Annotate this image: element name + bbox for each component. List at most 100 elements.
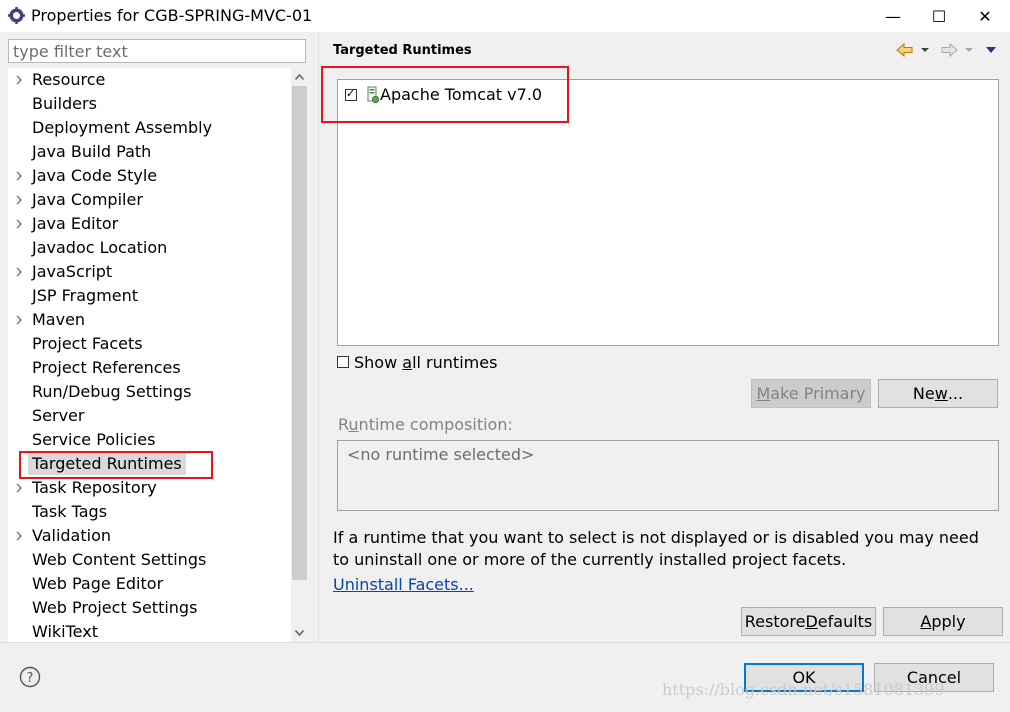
uninstall-facets-link[interactable]: Uninstall Facets... — [333, 575, 474, 594]
tree-item[interactable]: Validation — [8, 524, 294, 548]
back-dropdown-icon[interactable] — [920, 45, 930, 55]
view-menu-icon[interactable] — [985, 45, 997, 55]
tree-item-label: Java Compiler — [32, 190, 143, 209]
label-part: ll runtimes — [412, 353, 498, 372]
tree-item-label: Java Build Path — [32, 142, 152, 161]
label-part: ake Primary — [770, 384, 866, 403]
apply-button[interactable]: Apply — [883, 607, 1003, 636]
filter-input[interactable] — [8, 39, 306, 63]
tree-item-label: Resource — [32, 70, 106, 89]
tree-item-label: JavaScript — [32, 262, 113, 281]
label-part: Restore — [744, 612, 806, 631]
tree-item-label: Service Policies — [32, 430, 156, 449]
tree-item[interactable]: Builders — [8, 92, 294, 116]
label-part: ntime composition: — [358, 415, 513, 434]
back-arrow-icon[interactable] — [896, 42, 914, 58]
tree-item[interactable]: Web Content Settings — [8, 548, 294, 572]
forward-arrow-icon[interactable] — [940, 42, 958, 58]
footer-separator — [0, 642, 1010, 643]
maximize-icon: ☐ — [931, 6, 947, 26]
tree-item[interactable]: Task Repository — [8, 476, 294, 500]
tree-item-label: Deployment Assembly — [32, 118, 213, 137]
label-part: Ne — [912, 384, 935, 403]
restore-defaults-button[interactable]: Restore Defaults — [741, 607, 876, 636]
mnemonic: D — [805, 612, 818, 631]
chevron-right-icon[interactable] — [14, 527, 24, 545]
tree-item[interactable]: JavaScript — [8, 260, 294, 284]
tree-item[interactable]: Java Build Path — [8, 140, 294, 164]
tree-item[interactable]: Java Compiler — [8, 188, 294, 212]
chevron-down-icon — [295, 630, 304, 636]
runtime-composition-box: <no runtime selected> — [337, 440, 999, 511]
forward-dropdown-icon[interactable] — [964, 45, 974, 55]
minimize-button[interactable]: — — [870, 0, 916, 32]
tree-item[interactable]: Java Editor — [8, 212, 294, 236]
tree-item[interactable]: Project References — [8, 356, 294, 380]
eclipse-gear-icon — [8, 7, 25, 24]
tree-item-label: Project Facets — [32, 334, 143, 353]
watermark-text: https://blog.csdn.net/s1581081399 — [662, 680, 945, 699]
chevron-right-icon[interactable] — [14, 479, 24, 497]
show-all-runtimes-checkbox[interactable] — [337, 356, 349, 368]
help-icon[interactable]: ? — [19, 666, 41, 688]
runtime-composition-label: Runtime composition: — [338, 415, 513, 434]
tree-item[interactable]: Web Page Editor — [8, 572, 294, 596]
tree-item-label: Web Project Settings — [32, 598, 198, 617]
mnemonic: a — [402, 353, 413, 372]
tree-item[interactable]: Deployment Assembly — [8, 116, 294, 140]
tree-item[interactable]: Web Project Settings — [8, 596, 294, 620]
label-part: R — [338, 415, 349, 434]
tree-item-label: Web Content Settings — [32, 550, 207, 569]
make-primary-button[interactable]: Make Primary — [751, 379, 871, 408]
page-title: Targeted Runtimes — [333, 43, 472, 58]
show-all-runtimes-label[interactable]: Show all runtimes — [354, 353, 497, 372]
chevron-right-icon[interactable] — [14, 191, 24, 209]
window-title: Properties for CGB-SPRING-MVC-01 — [31, 6, 313, 25]
label-part: efaults — [817, 612, 873, 631]
info-message: If a runtime that you want to select is … — [333, 528, 979, 569]
label-part: pply — [931, 612, 966, 631]
tree-item-label: Java Code Style — [32, 166, 158, 185]
tree-item[interactable]: Resource — [8, 68, 294, 92]
tree-item[interactable]: Javadoc Location — [8, 236, 294, 260]
scroll-up-button[interactable] — [291, 68, 308, 86]
label-part: Show — [354, 353, 403, 372]
tree-item[interactable]: Run/Debug Settings — [8, 380, 294, 404]
tree-item[interactable]: Service Policies — [8, 428, 294, 452]
tree-item-label: Builders — [32, 94, 97, 113]
scroll-down-button[interactable] — [291, 624, 308, 642]
label-part: ... — [947, 384, 964, 403]
mnemonic: M — [756, 384, 771, 403]
chevron-right-icon[interactable] — [14, 167, 24, 185]
new-runtime-button[interactable]: Ne w... — [878, 379, 998, 408]
chevron-right-icon[interactable] — [14, 263, 24, 281]
tree-item-label: Javadoc Location — [32, 238, 168, 257]
tree-item[interactable]: Java Code Style — [8, 164, 294, 188]
tree-item[interactable]: Maven — [8, 308, 294, 332]
tree-scrollbar-thumb[interactable] — [292, 86, 307, 580]
pane-divider[interactable] — [318, 32, 319, 642]
annotation-box-tree-item — [19, 451, 213, 479]
tree-item-label: Task Repository — [32, 478, 157, 497]
chevron-right-icon[interactable] — [14, 71, 24, 89]
tree-item-label: WikiText — [32, 622, 98, 641]
minimize-icon: — — [885, 6, 901, 26]
tree-item[interactable]: JSP Fragment — [8, 284, 294, 308]
tree-item-label: Project References — [32, 358, 181, 377]
tree-item[interactable]: Task Tags — [8, 500, 294, 524]
chevron-right-icon[interactable] — [14, 215, 24, 233]
tree-item[interactable]: Project Facets — [8, 332, 294, 356]
close-button[interactable]: ✕ — [962, 0, 1008, 32]
runtime-composition-value: <no runtime selected> — [347, 445, 535, 464]
close-icon: ✕ — [978, 6, 992, 26]
tree-item[interactable]: WikiText — [8, 620, 294, 642]
tree-item[interactable]: Server — [8, 404, 294, 428]
tree-item-label: Web Page Editor — [32, 574, 164, 593]
chevron-up-icon — [295, 74, 304, 80]
tree-item-label: Server — [32, 406, 85, 425]
mnemonic: w — [934, 384, 948, 403]
maximize-button[interactable]: ☐ — [916, 0, 962, 32]
tree-item-label: Validation — [32, 526, 112, 545]
tree-item-label: Task Tags — [32, 502, 108, 521]
chevron-right-icon[interactable] — [14, 311, 24, 329]
